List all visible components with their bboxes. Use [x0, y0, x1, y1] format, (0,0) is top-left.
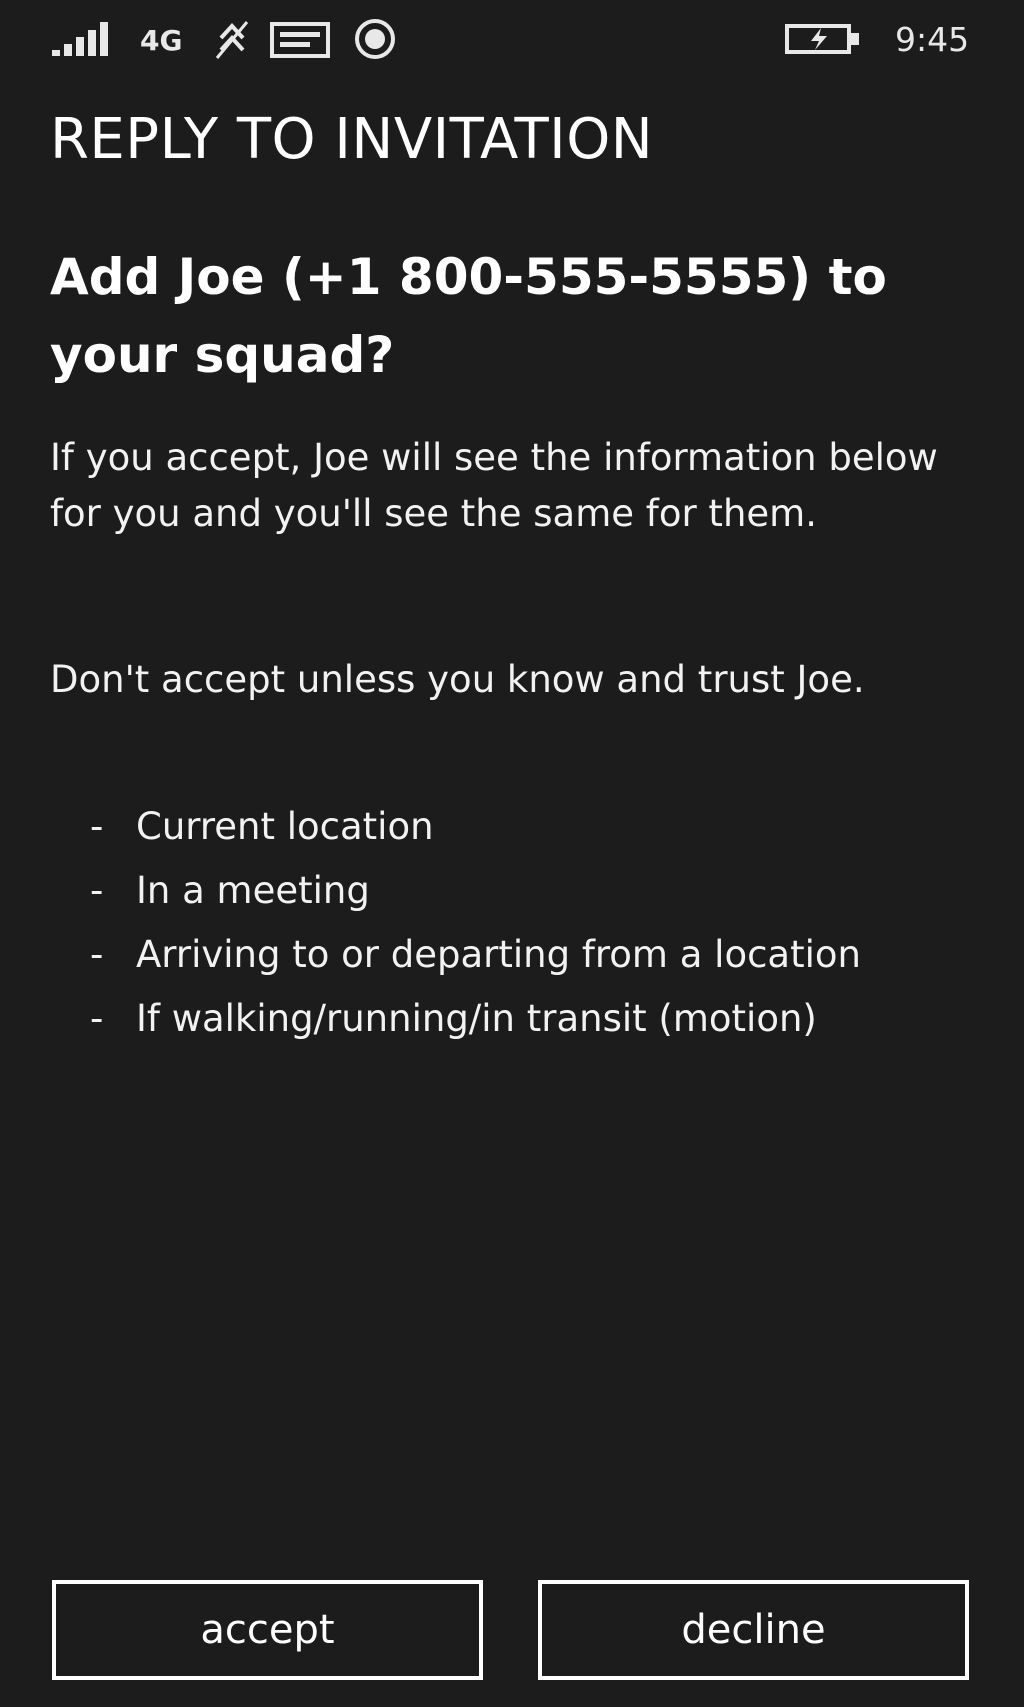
list-item-label: Current location	[136, 805, 434, 848]
sync-icon	[215, 21, 249, 59]
list-item: - In a meeting	[90, 859, 1010, 923]
network-type-label: 4G	[140, 24, 183, 57]
record-icon	[355, 19, 395, 59]
list-item-label: In a meeting	[136, 869, 370, 912]
trust-warning: Don't accept unless you know and trust J…	[50, 658, 865, 701]
list-item-label: Arriving to or departing from a location	[136, 933, 861, 976]
invitation-question: Add Joe (+1 800-555-5555) to your squad?	[50, 248, 887, 384]
accept-explanation: If you accept, Joe will see the informat…	[50, 436, 938, 535]
list-marker: -	[90, 869, 104, 912]
status-bar: 4G 9:45	[0, 0, 1024, 80]
invitation-screen: 4G 9:45 REPLY TO INVITATION Add Joe (+1 …	[0, 0, 1024, 1707]
page-title: REPLY TO INVITATION	[50, 107, 654, 172]
decline-button[interactable]: decline	[538, 1580, 969, 1680]
battery-charging-icon	[785, 24, 859, 54]
list-item: - Arriving to or departing from a locatio…	[90, 923, 1010, 987]
clock: 9:45	[895, 20, 970, 59]
message-icon	[270, 22, 330, 58]
signal-strength-icon	[52, 22, 108, 56]
accept-button[interactable]: accept	[52, 1580, 483, 1680]
list-marker: -	[90, 805, 104, 848]
list-item: - If walking/running/in transit (motion)	[90, 987, 1010, 1051]
list-item: - Current location	[90, 795, 1010, 859]
list-marker: -	[90, 997, 104, 1040]
shared-info-list: - Current location - In a meeting - Arrivin…	[90, 795, 1010, 1051]
list-item-label: If walking/running/in transit (motion)	[136, 997, 817, 1040]
list-marker: -	[90, 933, 104, 976]
